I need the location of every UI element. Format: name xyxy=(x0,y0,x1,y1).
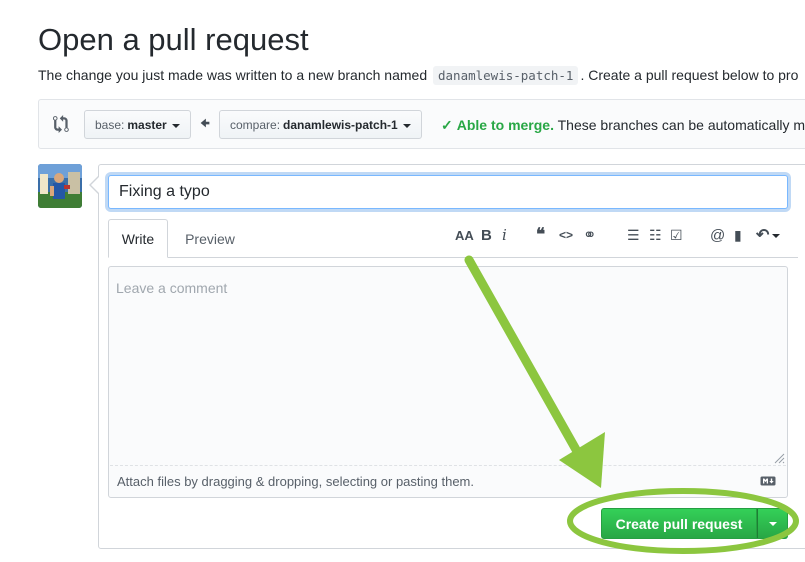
compare-bar: base: master compare: danamlewis-patch-1… xyxy=(38,99,805,149)
italic-icon[interactable]: i xyxy=(502,226,507,244)
compare-branch-select[interactable]: compare: danamlewis-patch-1 xyxy=(219,110,422,139)
git-compare-icon xyxy=(53,115,69,133)
title-input[interactable] xyxy=(108,175,788,209)
avatar xyxy=(38,164,82,208)
reply-icon[interactable]: ↶ xyxy=(756,226,781,244)
comment-placeholder: Leave a comment xyxy=(116,280,228,296)
resize-handle-icon[interactable] xyxy=(773,452,785,464)
attach-files-hint[interactable]: Attach files by dragging & dropping, sel… xyxy=(117,474,474,489)
merge-status: ✓ Able to merge. These branches can be au… xyxy=(441,117,805,133)
bookmark-icon[interactable]: ▮ xyxy=(734,226,742,244)
mention-icon[interactable]: @ xyxy=(710,226,725,244)
tab-write[interactable]: Write xyxy=(108,219,168,258)
markdown-icon[interactable] xyxy=(760,476,776,486)
create-options-dropdown[interactable] xyxy=(757,508,788,539)
chevron-down-icon xyxy=(772,234,781,238)
chevron-down-icon xyxy=(402,123,411,128)
link-icon[interactable]: ⚭ xyxy=(583,226,596,244)
quote-icon[interactable]: ❝ xyxy=(536,225,545,244)
arrow-left-icon xyxy=(200,118,210,128)
comment-textarea[interactable] xyxy=(108,266,788,498)
branch-name: danamlewis-patch-1 xyxy=(433,66,579,85)
task-list-icon[interactable]: ☑ xyxy=(670,226,683,244)
check-icon: ✓ xyxy=(441,117,453,133)
heading-icon[interactable]: AA xyxy=(455,226,474,244)
unordered-list-icon[interactable]: ☰ xyxy=(627,226,640,244)
base-branch-select[interactable]: base: master xyxy=(84,110,191,139)
code-icon[interactable]: <> xyxy=(559,226,573,244)
chevron-down-icon xyxy=(768,521,777,526)
tab-divider xyxy=(108,257,798,258)
attach-divider xyxy=(110,465,786,466)
ordered-list-icon[interactable]: ☷ xyxy=(649,226,662,244)
page-title: Open a pull request xyxy=(38,22,309,57)
page-description: The change you just made was written to … xyxy=(38,66,799,85)
tab-preview[interactable]: Preview xyxy=(170,219,250,258)
bold-icon[interactable]: B xyxy=(481,226,492,244)
chevron-down-icon xyxy=(171,123,180,128)
create-pull-request-button[interactable]: Create pull request xyxy=(601,508,757,539)
